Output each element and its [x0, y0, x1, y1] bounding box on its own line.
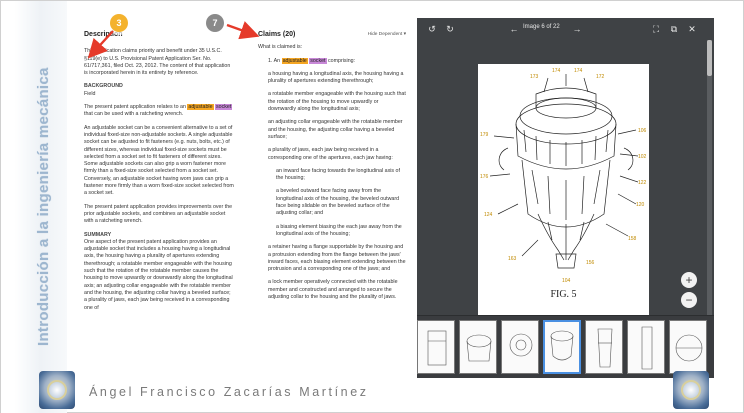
claim-element: a rotatable member engageable with the h…	[268, 91, 406, 113]
svg-text:173: 173	[530, 74, 539, 80]
open-external-icon[interactable]: ⧉	[667, 22, 681, 36]
svg-text:104: 104	[562, 278, 571, 284]
thumbnail-strip	[417, 315, 714, 378]
field-label: Field	[84, 90, 96, 97]
vertical-course-title: Introducción a la ingeniería mecánica	[35, 67, 52, 346]
svg-text:120: 120	[636, 202, 645, 208]
highlight-adjustable[interactable]: adjustable	[187, 104, 214, 111]
prev-arrow-icon[interactable]: ←	[507, 22, 521, 36]
svg-text:163: 163	[508, 256, 517, 262]
figure-label: FIG. 5	[550, 289, 577, 300]
fullscreen-icon[interactable]: ⛶	[649, 22, 663, 36]
claims-header: Claims (20) Hide Dependent ▾	[258, 31, 406, 38]
thumbnail[interactable]	[627, 320, 665, 374]
claim-element: a plurality of jaws, each jaw being rece…	[268, 147, 393, 161]
p1-text-after: that can be used with a ratcheting wrenc…	[84, 111, 184, 118]
claim-element: a housing having a longitudinal axis, th…	[268, 70, 404, 85]
zoom-out-button[interactable]: −	[681, 292, 697, 308]
svg-text:176: 176	[480, 174, 489, 180]
claim-sub-element: a beveled outward face facing away from …	[276, 188, 400, 217]
claim-1: 1. An adjustable socket comprising:	[258, 57, 406, 65]
description-paragraph-2: An adjustable socket can be a convenient…	[84, 124, 234, 197]
callout-badge-description: 3	[110, 14, 128, 32]
svg-text:179: 179	[480, 132, 489, 138]
patent-drawing: 173 174 174 172 106 102 122 120 158 179 176 124 16…	[480, 68, 647, 284]
claim-highlight-socket[interactable]: socket	[309, 57, 327, 64]
claim-highlight-adjustable[interactable]: adjustable	[281, 57, 308, 64]
university-seal-left	[39, 371, 75, 409]
thumbnail[interactable]	[417, 320, 455, 374]
svg-text:172: 172	[596, 74, 605, 80]
image-counter: Image 6 of 22	[523, 24, 560, 30]
hide-dependent-label: Hide Dependent	[367, 32, 403, 37]
summary-label: SUMMARY	[84, 231, 112, 238]
description-paragraph-4: One aspect of the present patent applica…	[84, 238, 233, 311]
thumbnail[interactable]	[585, 320, 623, 374]
svg-text:124: 124	[484, 212, 493, 218]
claim-1-after: comprising:	[328, 57, 356, 64]
claim-element: an adjusting collar engageable with the …	[268, 119, 403, 140]
description-column: Description This application claims prio…	[84, 9, 234, 318]
image-viewer: ↺ ↻ ← Image 6 of 22 → ⛶ ⧉ ✕ 173 174 174 …	[417, 18, 714, 378]
next-arrow-icon[interactable]: →	[570, 22, 584, 36]
zoom-in-button[interactable]: +	[681, 272, 697, 288]
callout-badge-claims: 7	[206, 14, 224, 32]
patent-document: Description This application claims prio…	[76, 9, 406, 374]
close-icon[interactable]: ✕	[685, 22, 699, 36]
svg-text:156: 156	[586, 260, 595, 266]
svg-text:102: 102	[638, 154, 647, 160]
claim-sub-element: a biasing element biasing the each jaw a…	[276, 223, 402, 237]
description-paragraph-3: The present patent application provides …	[84, 203, 233, 225]
svg-text:106: 106	[638, 128, 647, 134]
description-intro: This application claims priority and ben…	[84, 48, 231, 77]
viewer-scrollbar[interactable]	[707, 40, 712, 320]
description-heading: Description	[84, 31, 123, 38]
rotate-right-icon[interactable]: ↻	[443, 22, 457, 36]
claims-heading: Claims (20)	[258, 31, 296, 38]
thumbnail[interactable]	[501, 320, 539, 374]
thumbnail[interactable]	[459, 320, 497, 374]
patent-figure-page: 173 174 174 172 106 102 122 120 158 179 176 124 16…	[478, 64, 649, 322]
slide: Introducción a la ingeniería mecánica De…	[0, 0, 744, 413]
highlight-socket[interactable]: socket	[215, 104, 233, 111]
claim-element: a retainer having a flange supportable b…	[268, 244, 406, 273]
scrollbar-thumb[interactable]	[707, 40, 712, 76]
svg-text:174: 174	[552, 68, 561, 74]
claim-element: a lock member operatively connected with…	[268, 279, 398, 301]
claim-sub-element: an inward face facing towards the longit…	[276, 167, 400, 182]
thumbnail[interactable]	[669, 320, 707, 374]
p1-text-before: The present patent application relates t…	[84, 104, 186, 111]
claims-column: Claims (20) Hide Dependent ▾ What is cla…	[258, 9, 406, 307]
thumbnail-selected[interactable]	[543, 320, 581, 374]
svg-text:158: 158	[628, 236, 637, 242]
author-name: Ángel Francisco Zacarías Martínez	[89, 385, 369, 399]
svg-text:122: 122	[638, 180, 647, 186]
claim-1-before: 1. An	[268, 57, 281, 64]
svg-text:174: 174	[574, 68, 583, 74]
left-decorative-band	[1, 1, 67, 413]
viewer-toolbar: ↺ ↻ ← Image 6 of 22 → ⛶ ⧉ ✕	[417, 18, 714, 40]
description-paragraph-1: The present patent application relates t…	[84, 104, 234, 119]
university-seal-right	[673, 371, 709, 409]
hide-dependent-toggle[interactable]: Hide Dependent ▾	[368, 31, 406, 38]
chevron-down-icon: ▾	[403, 32, 406, 37]
background-label: BACKGROUND	[84, 83, 123, 90]
claimed-intro: What is claimed is:	[258, 44, 303, 51]
rotate-left-icon[interactable]: ↺	[425, 22, 439, 36]
